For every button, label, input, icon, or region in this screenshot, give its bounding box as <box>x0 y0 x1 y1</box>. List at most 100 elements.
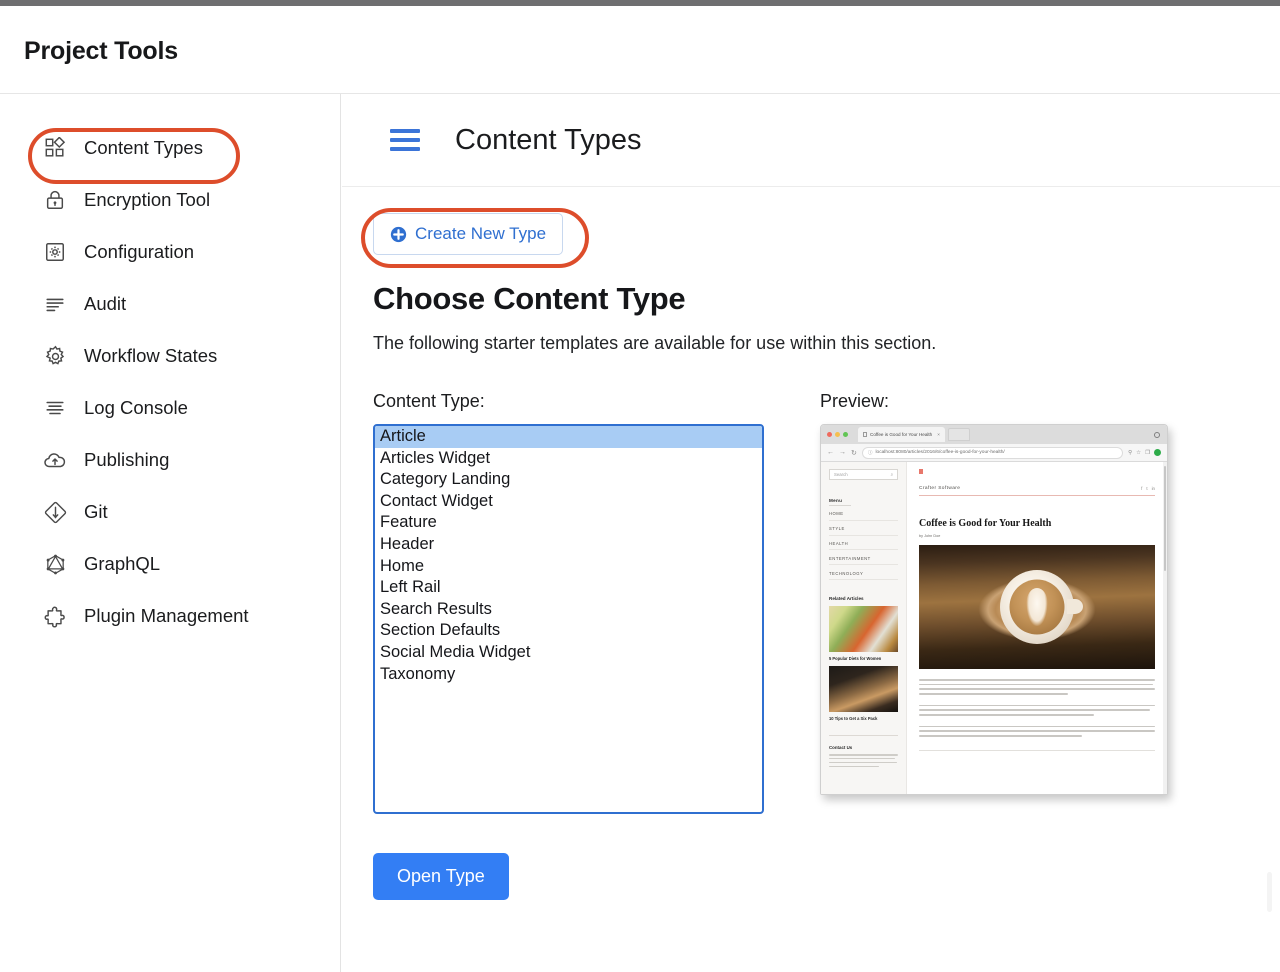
reload-icon: ↻ <box>851 449 857 457</box>
page-doc-icon <box>863 432 867 437</box>
sidebar-item-log-console[interactable]: Log Console <box>0 382 340 434</box>
page-scrollbar[interactable] <box>1163 462 1167 794</box>
content-type-option[interactable]: Article <box>375 426 762 448</box>
sidebar-item-publishing[interactable]: Publishing <box>0 434 340 486</box>
window-icon: ❐ <box>1145 449 1150 456</box>
social-icons: f t in <box>1141 486 1155 491</box>
selection-columns: Content Type: Article Articles Widget Cate… <box>373 391 1280 900</box>
content-type-listbox[interactable]: Article Articles Widget Category Landing Co… <box>373 424 764 814</box>
search-icon: ⚲ <box>1128 449 1133 456</box>
divider <box>829 734 898 736</box>
app-title-bar: Project Tools <box>0 6 1280 94</box>
sidebar-item-label: Encryption Tool <box>84 189 211 210</box>
content-type-option[interactable]: Search Results <box>375 599 762 621</box>
browser-toolbar-icons: ⚲ ☆ ❐ <box>1128 449 1161 456</box>
sidebar-item-audit[interactable]: Audit <box>0 278 340 330</box>
grid-shapes-icon <box>42 135 68 161</box>
sidebar-item-label: Workflow States <box>84 345 218 366</box>
maximize-window-dot-icon <box>843 432 848 437</box>
sidebar-item-label: Content Types <box>84 137 203 158</box>
site-menu-item: ENTERTAINMENT <box>829 550 898 566</box>
git-diamond-icon <box>42 499 68 525</box>
contact-us-heading: Contact Us <box>829 744 853 750</box>
content-type-option[interactable]: Taxonomy <box>375 664 762 686</box>
preview-thumbnail[interactable]: Coffee is Good for Your Health × ← → ↻ ⓘ… <box>820 424 1170 814</box>
sidebar-item-graphql[interactable]: GraphQL <box>0 538 340 590</box>
cloud-upload-icon <box>42 447 68 473</box>
main-scrollbar[interactable] <box>1267 872 1272 912</box>
site-search-placeholder: Search <box>834 472 848 477</box>
sidebar-item-git[interactable]: Git <box>0 486 340 538</box>
extension-icon <box>1154 449 1161 456</box>
content-type-label: Content Type: <box>373 391 485 411</box>
sidebar-item-label: Plugin Management <box>84 605 249 626</box>
site-search-input: Search ⌕ <box>829 469 898 480</box>
url-field: ⓘ localhost:8080/articles/2016/6/coffee-… <box>861 446 1124 459</box>
close-tab-icon: × <box>937 432 940 437</box>
site-menu-item: HEALTH <box>829 536 898 551</box>
main-body: Create New Type Choose Content Type The … <box>342 187 1280 900</box>
sidebar-item-label: Log Console <box>84 397 188 418</box>
sidebar-item-label: Configuration <box>84 241 195 262</box>
content-type-option[interactable]: Home <box>375 556 762 578</box>
browser-mockup: Coffee is Good for Your Health × ← → ↻ ⓘ… <box>820 424 1168 795</box>
sidebar-item-label: Audit <box>84 293 127 314</box>
minimize-window-dot-icon <box>835 432 840 437</box>
site-info-icon: ⓘ <box>867 449 873 455</box>
sidebar: Content Types Encryption Tool Configurat… <box>0 94 341 972</box>
scrollbar-thumb[interactable] <box>1163 466 1167 571</box>
site-menu-item: TECHNOLOGY <box>829 565 898 580</box>
content-type-column: Content Type: Article Articles Widget Cate… <box>373 391 764 900</box>
close-window-dot-icon <box>827 432 832 437</box>
article-paragraph <box>919 679 1155 695</box>
lines-left-icon <box>42 291 68 317</box>
content-type-option[interactable]: Contact Widget <box>375 491 762 513</box>
instagram-icon: in <box>1151 486 1155 491</box>
hamburger-icon[interactable] <box>390 129 420 151</box>
gear-icon <box>42 343 68 369</box>
site-menu-item: STYLE <box>829 521 898 536</box>
sidebar-item-label: Git <box>84 501 108 522</box>
section-title: Choose Content Type <box>373 281 686 316</box>
sidebar-item-workflow-states[interactable]: Workflow States <box>0 330 340 382</box>
content-type-option[interactable]: Social Media Widget <box>375 642 762 664</box>
article-paragraph <box>919 725 1155 737</box>
site-menu-item: HOME <box>829 506 898 521</box>
forward-icon: → <box>839 449 846 456</box>
sidebar-item-content-types[interactable]: Content Types <box>0 122 340 174</box>
puzzle-piece-icon <box>42 603 68 629</box>
profile-avatar-icon <box>1154 431 1160 438</box>
sidebar-item-configuration[interactable]: Configuration <box>0 226 340 278</box>
plus-circle-icon <box>390 226 407 243</box>
facebook-icon: f <box>1141 486 1143 491</box>
site-brand-row: Crafter Software f t in <box>919 486 1155 496</box>
content-type-option[interactable]: Category Landing <box>375 469 762 491</box>
rendered-page: Search ⌕ Menu HOME STYLE HEALTH ENTERTAINME… <box>821 462 1167 794</box>
site-brand: Crafter Software <box>919 486 961 491</box>
content-type-option[interactable]: Articles Widget <box>375 448 762 470</box>
site-menu-heading: Menu <box>829 498 843 503</box>
related-article-thumbnail <box>829 665 898 712</box>
main-panel: Content Types Create New Type Choose Con… <box>342 94 1280 972</box>
sidebar-item-label: Publishing <box>84 449 170 470</box>
sidebar-item-plugin-management[interactable]: Plugin Management <box>0 590 340 642</box>
sidebar-item-encryption-tool[interactable]: Encryption Tool <box>0 174 340 226</box>
content-type-option[interactable]: Feature <box>375 512 762 534</box>
related-articles-heading: Related Articles <box>829 595 864 601</box>
twitter-icon: t <box>1146 486 1148 491</box>
url-text: localhost:8080/articles/2016/6/coffee-is… <box>875 450 1005 455</box>
graphql-hexagon-icon <box>42 551 68 577</box>
content-type-option[interactable]: Section Defaults <box>375 620 762 642</box>
article-hero-image <box>919 545 1155 669</box>
site-search-icon: ⌕ <box>890 472 893 477</box>
content-type-option[interactable]: Left Rail <box>375 577 762 599</box>
main-header-title: Content Types <box>455 123 642 156</box>
lines-center-icon <box>42 395 68 421</box>
content-type-option[interactable]: Header <box>375 534 762 556</box>
browser-tab-title: Coffee is Good for Your Health <box>870 432 933 437</box>
create-new-type-button[interactable]: Create New Type <box>373 213 564 255</box>
edit-marker-icon <box>919 469 923 474</box>
open-type-button[interactable]: Open Type <box>373 853 509 900</box>
article-title: Coffee is Good for Your Health <box>919 518 1052 529</box>
article-paragraph <box>919 704 1155 716</box>
